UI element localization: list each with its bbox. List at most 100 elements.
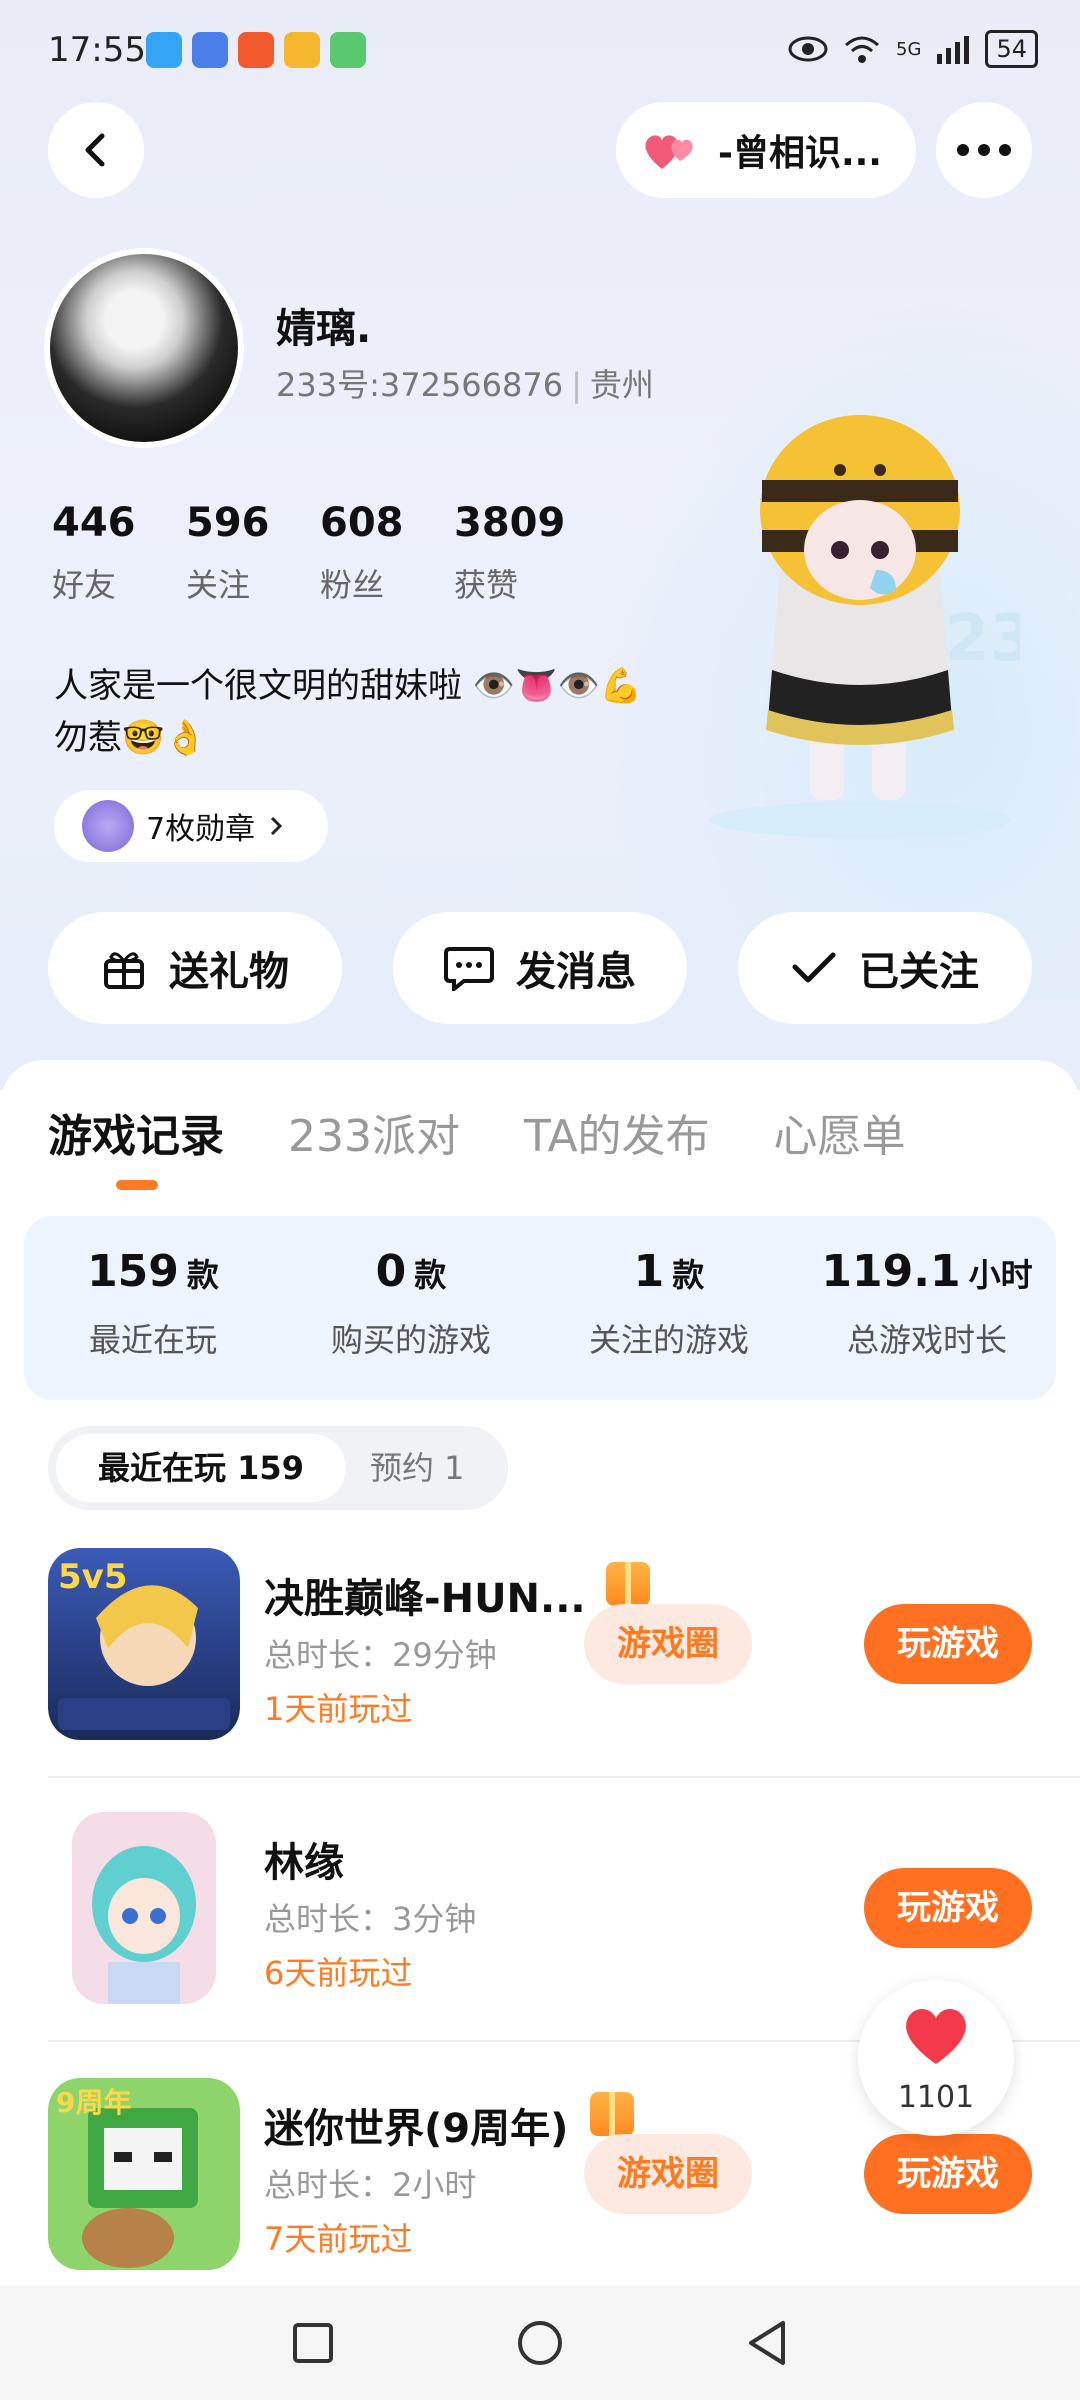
avatar-character-illustration: 233 [710, 415, 1020, 838]
summary-followed: 1款 关注的游戏 [540, 1216, 798, 1400]
app-notification-icon [330, 32, 366, 68]
play-game-button[interactable]: 玩游戏 [864, 1868, 1032, 1948]
summary-unit: 款 [186, 1256, 219, 1294]
followed-label: 已关注 [859, 949, 979, 995]
stat-number: 446 [52, 500, 136, 546]
summary-label: 最近在玩 [88, 1321, 217, 1359]
game-last-played: 1天前玩过 [264, 1690, 413, 1728]
status-app-icons [146, 32, 366, 68]
stats-row: 446 好友 596 关注 608 粉丝 3809 获赞 [52, 500, 588, 606]
bio-line: 勿惹🤓👌 [54, 718, 207, 758]
user-avatar[interactable] [44, 248, 244, 448]
summary-total-time: 119.1 小时 总游戏时长 [798, 1216, 1056, 1400]
svg-text:9周年: 9周年 [56, 2086, 131, 2119]
game-duration: 总时长：29分钟 [264, 1636, 497, 1674]
user-bio: 人家是一个很文明的甜妹啦 👁️👅👁️💪 勿惹🤓👌 [54, 660, 694, 764]
tab-ta-posts[interactable]: TA的发布 [524, 1100, 710, 1164]
system-nav-bar [0, 2286, 1080, 2400]
user-id-line: 233号:372566876 | 贵州 [276, 366, 654, 404]
stat-following[interactable]: 596 关注 [186, 500, 320, 606]
back-triangle-icon[interactable] [745, 2319, 789, 2367]
back-button[interactable] [48, 102, 144, 198]
app-notification-icon [192, 32, 228, 68]
summary-unit: 款 [414, 1256, 447, 1294]
user-name: 婧璃. [276, 306, 372, 352]
summary-label: 购买的游戏 [330, 1321, 491, 1359]
play-game-button[interactable]: 玩游戏 [864, 2134, 1032, 2214]
home-icon[interactable] [516, 2319, 564, 2367]
summary-value: 119.1 [821, 1246, 961, 1297]
active-tab-indicator [116, 1180, 158, 1190]
followed-button[interactable]: 已关注 [738, 912, 1032, 1024]
summary-recent: 159 款 最近在玩 [24, 1216, 282, 1400]
like-float-button[interactable]: 1101 [858, 1980, 1014, 2136]
game-icon: 5v5 [48, 1548, 240, 1740]
send-gift-button[interactable]: 送礼物 [48, 912, 342, 1024]
svg-text:233: 233 [945, 602, 1020, 676]
chevron-left-icon [85, 133, 105, 167]
summary-value: 1 [633, 1246, 665, 1297]
stat-number: 3809 [454, 500, 566, 546]
filter-recent-button[interactable]: 最近在玩 159 [56, 1434, 346, 1502]
bio-line: 人家是一个很文明的甜妹啦 👁️👅👁️💪 [54, 666, 643, 706]
game-duration: 总时长：3分钟 [264, 1900, 477, 1938]
game-title: 林缘 [264, 1840, 344, 1886]
send-message-button[interactable]: 发消息 [393, 912, 687, 1024]
stat-number: 608 [320, 500, 404, 546]
medal-button[interactable]: 7枚勋章 [54, 790, 328, 862]
relation-badge-button[interactable]: -曾相识... [616, 102, 916, 198]
send-gift-label: 送礼物 [169, 949, 289, 995]
send-message-label: 发消息 [516, 949, 636, 995]
signal-icon [937, 36, 970, 64]
tab-game-records[interactable]: 游戏记录 [48, 1100, 224, 1164]
hearts-icon [645, 135, 693, 169]
more-dots-icon [957, 144, 1011, 156]
stat-friends[interactable]: 446 好友 [52, 500, 186, 606]
stat-label: 关注 [186, 566, 251, 604]
tab-bar: 游戏记录 233派对 TA的发布 心愿单 [48, 1100, 906, 1164]
heart-icon [906, 2009, 966, 2064]
game-title: 迷你世界(9周年) [264, 2106, 569, 2152]
stat-label: 粉丝 [320, 566, 385, 604]
stat-number: 596 [186, 500, 270, 546]
game-duration: 总时长：2小时 [264, 2166, 477, 2204]
battery-indicator: 54 [985, 30, 1038, 68]
status-right: 5G 54 [788, 30, 1038, 68]
gift-icon [590, 2092, 634, 2136]
chevron-right-icon [271, 816, 283, 836]
summary-unit: 小时 [968, 1256, 1033, 1294]
tab-233-party[interactable]: 233派对 [288, 1100, 460, 1164]
stat-label: 好友 [52, 566, 117, 604]
gift-icon [104, 952, 144, 989]
eye-icon [788, 36, 828, 62]
recent-apps-icon[interactable] [291, 2321, 335, 2365]
svg-text:5v5: 5v5 [58, 1557, 127, 1597]
game-filter-toggle: 最近在玩 159 预约 1 [48, 1426, 508, 1510]
game-last-played: 7天前玩过 [264, 2220, 413, 2258]
stat-fans[interactable]: 608 粉丝 [320, 500, 454, 606]
filter-reserve-button[interactable]: 预约 1 [370, 1434, 465, 1502]
relation-label: -曾相识... [718, 133, 882, 174]
wifi-icon [845, 36, 880, 63]
summary-label: 关注的游戏 [588, 1321, 749, 1359]
more-button[interactable] [936, 102, 1032, 198]
game-circle-button[interactable]: 游戏圈 [584, 1604, 752, 1684]
network-label: 5G [896, 38, 922, 60]
tab-wishlist[interactable]: 心愿单 [774, 1100, 906, 1164]
app-notification-icon [146, 32, 182, 68]
status-bar: 17:55 5G 54 [0, 0, 1080, 104]
stat-likes[interactable]: 3809 获赞 [454, 500, 588, 606]
game-title: 决胜巅峰-HUN... [264, 1576, 586, 1622]
game-list-item[interactable]: 5v5 决胜巅峰-HUN... 总时长：29分钟 1天前玩过 游戏圈 玩游戏 [0, 1548, 1080, 1788]
summary-unit: 款 [672, 1256, 705, 1294]
game-icon: 9周年 [48, 2078, 240, 2270]
user-location: 贵州 [589, 366, 654, 404]
play-game-button[interactable]: 玩游戏 [864, 1604, 1032, 1684]
app-notification-icon [238, 32, 274, 68]
summary-value: 159 [87, 1246, 179, 1297]
game-icon [72, 1812, 216, 2004]
game-circle-button[interactable]: 游戏圈 [584, 2134, 752, 2214]
summary-purchased: 0款 购买的游戏 [282, 1216, 540, 1400]
summary-label: 总游戏时长 [846, 1321, 1007, 1359]
summary-value: 0 [375, 1246, 407, 1297]
